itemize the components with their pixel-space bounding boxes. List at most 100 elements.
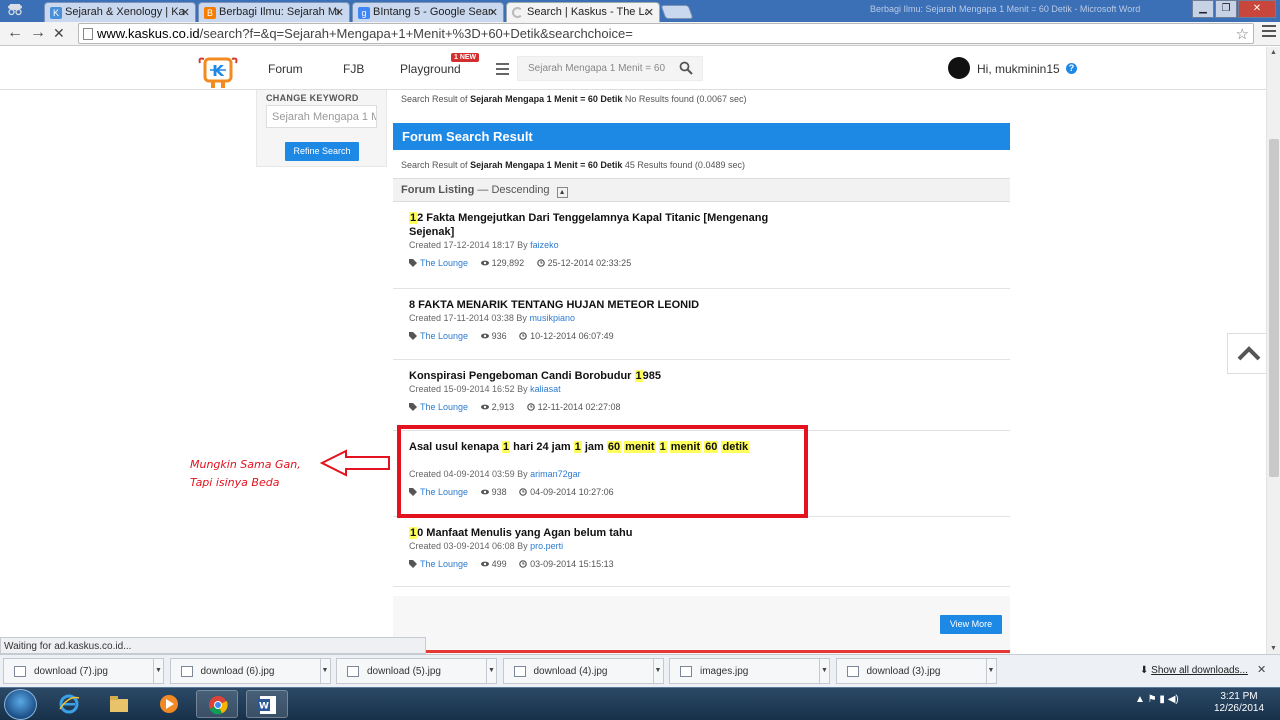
- chevron-down-icon[interactable]: ▼: [486, 659, 496, 683]
- show-all-downloads-link[interactable]: Show all downloads...: [1151, 665, 1248, 676]
- eye-icon: [480, 260, 489, 266]
- back-button[interactable]: ←: [7, 25, 23, 41]
- thread-stats: The Lounge 129,892 25-12-2014 02:33:25: [409, 258, 631, 268]
- url-path: /search?f=&q=Sejarah+Mengapa+1+Menit+%3D…: [199, 26, 633, 41]
- avatar[interactable]: [948, 57, 970, 79]
- created-text: Created 17-12-2014 18:17 By: [409, 240, 528, 250]
- thread-title[interactable]: Konspirasi Pengeboman Candi Borobudur 19…: [409, 369, 769, 383]
- tab-sejarah-xenology[interactable]: K Sejarah & Xenology | Kask ✕: [44, 2, 196, 22]
- tab-title: Berbagi Ilmu: Sejarah Men: [219, 6, 339, 18]
- summary-query: Sejarah Mengapa 1 Menit = 60 Detik: [470, 94, 623, 104]
- download-item[interactable]: download (7).jpg ▼: [3, 658, 164, 684]
- title-text: 2 Fakta Mengejutkan Dari Tenggelamnya Ka…: [409, 212, 769, 238]
- scroll-up-arrow-icon[interactable]: ▲: [1270, 49, 1277, 56]
- close-tab-icon[interactable]: ✕: [181, 6, 190, 19]
- title-text: 985: [642, 370, 662, 382]
- bookmark-star-icon[interactable]: ☆: [1236, 25, 1249, 43]
- minimize-button[interactable]: ▁: [1192, 0, 1214, 18]
- vertical-scrollbar[interactable]: ▲ ▼: [1266, 47, 1280, 654]
- tab-google-search[interactable]: g BIntang 5 - Google Search ✕: [352, 2, 504, 22]
- list-item[interactable]: Konspirasi Pengeboman Candi Borobudur 19…: [393, 360, 1010, 431]
- created-text: Created 17-11-2014 03:38 By: [409, 313, 527, 323]
- close-tab-icon[interactable]: ✕: [489, 6, 498, 19]
- refine-search-button[interactable]: Refine Search: [285, 142, 359, 161]
- clock-icon: [536, 259, 545, 267]
- author-link[interactable]: musikpiano: [529, 313, 575, 323]
- forward-button[interactable]: →: [30, 25, 46, 41]
- listing-label: Forum Listing: [401, 184, 475, 196]
- nav-fjb[interactable]: FJB: [343, 62, 364, 76]
- author-link[interactable]: kaliasat: [530, 384, 561, 394]
- author-link[interactable]: pro.perti: [530, 541, 563, 551]
- kaskus-search-input[interactable]: Sejarah Mengapa 1 Menit = 60: [517, 56, 703, 81]
- scrollbar-thumb[interactable]: [1269, 139, 1279, 477]
- search-icon[interactable]: [679, 61, 693, 75]
- help-icon[interactable]: ?: [1066, 63, 1077, 74]
- download-item[interactable]: download (4).jpg ▼: [502, 658, 664, 684]
- forum-link[interactable]: The Lounge: [420, 331, 468, 341]
- chevron-down-icon[interactable]: ▼: [153, 659, 163, 683]
- annotation-line-1: Mungkin Sama Gan,: [190, 458, 301, 471]
- chrome-icon[interactable]: [196, 690, 238, 718]
- word-icon[interactable]: W: [246, 690, 288, 718]
- download-filename: download (6).jpg: [200, 666, 275, 677]
- show-all-downloads[interactable]: ⬇ Show all downloads...: [1140, 665, 1248, 676]
- clock-icon: [519, 560, 527, 568]
- list-item[interactable]: 12 Fakta Mengejutkan Dari Tenggelamnya K…: [393, 202, 1010, 289]
- nav-playground[interactable]: Playground: [400, 62, 461, 76]
- view-more-button[interactable]: View More: [940, 615, 1002, 634]
- thread-stats: The Lounge 936 10-12-2014 06:07:49: [409, 331, 614, 341]
- nav-forum[interactable]: Forum: [268, 62, 303, 76]
- thread-stats: The Lounge 499 03-09-2014 15:15:13: [409, 559, 614, 569]
- system-tray[interactable]: ▲ ⚑ ▮ ◀): [1135, 694, 1179, 705]
- download-item[interactable]: download (3).jpg ▼: [835, 658, 997, 684]
- download-item[interactable]: download (5).jpg ▼: [336, 658, 497, 684]
- user-greeting[interactable]: Hi, mukminin15: [977, 62, 1060, 76]
- internet-explorer-icon[interactable]: [48, 690, 90, 718]
- forum-link[interactable]: The Lounge: [420, 402, 468, 412]
- back-to-top-button[interactable]: [1227, 333, 1269, 374]
- close-shelf-icon[interactable]: ✕: [1257, 663, 1266, 676]
- author-link[interactable]: faizeko: [530, 240, 559, 250]
- list-item[interactable]: 8 FAKTA MENARIK TENTANG HUJAN METEOR LEO…: [393, 289, 1010, 360]
- forum-link[interactable]: The Lounge: [420, 258, 468, 268]
- forum-listing-header: Forum Listing — Descending ▲: [393, 178, 1010, 202]
- chevron-down-icon[interactable]: ▼: [319, 659, 330, 683]
- chevron-down-icon[interactable]: ▼: [819, 659, 829, 683]
- sort-toggle-icon[interactable]: ▲: [556, 187, 568, 198]
- scroll-down-arrow-icon[interactable]: ▼: [1270, 645, 1277, 652]
- file-explorer-icon[interactable]: [98, 690, 140, 718]
- close-window-button[interactable]: ✕: [1238, 0, 1276, 18]
- maximize-button[interactable]: ❐: [1215, 0, 1237, 18]
- list-item[interactable]: 10 Manfaat Menulis yang Agan belum tahu …: [393, 517, 1010, 587]
- kaskus-favicon-icon: K: [50, 7, 62, 19]
- annotation-arrow-icon: [320, 449, 390, 477]
- chrome-menu-button[interactable]: [1262, 25, 1276, 39]
- download-item[interactable]: images.jpg ▼: [669, 658, 830, 684]
- start-button[interactable]: [4, 689, 37, 720]
- media-player-icon[interactable]: [148, 690, 190, 718]
- download-arrow-icon: ⬇: [1140, 665, 1152, 676]
- hamburger-menu-icon[interactable]: [496, 63, 509, 78]
- close-tab-icon[interactable]: ✕: [335, 6, 344, 19]
- clock[interactable]: 3:21 PM 12/26/2014: [1210, 691, 1268, 715]
- keyword-input[interactable]: Sejarah Mengapa 1 M: [266, 105, 377, 128]
- new-tab-button[interactable]: [660, 5, 694, 19]
- stop-loading-button[interactable]: ✕: [53, 25, 65, 41]
- new-badge: 1 NEW: [451, 53, 480, 62]
- forum-link[interactable]: The Lounge: [420, 559, 468, 569]
- thread-title[interactable]: 12 Fakta Mengejutkan Dari Tenggelamnya K…: [409, 211, 769, 239]
- tab-kaskus-search[interactable]: Search | Kaskus - The Larg ✕: [506, 2, 660, 22]
- created-text: Created 03-09-2014 06:08 By: [409, 541, 528, 551]
- address-bar[interactable]: www.kaskus.co.id/search?f=&q=Sejarah+Men…: [78, 23, 1254, 44]
- incognito-user-icon[interactable]: [2, 1, 28, 19]
- kaskus-logo-icon[interactable]: K: [196, 51, 240, 91]
- thread-title[interactable]: 10 Manfaat Menulis yang Agan belum tahu: [409, 526, 769, 540]
- chevron-down-icon[interactable]: ▼: [652, 659, 663, 683]
- chevron-down-icon[interactable]: ▼: [985, 659, 996, 683]
- summary-query: Sejarah Mengapa 1 Menit = 60 Detik: [470, 160, 623, 170]
- close-tab-icon[interactable]: ✕: [645, 6, 654, 19]
- thread-title[interactable]: 8 FAKTA MENARIK TENTANG HUJAN METEOR LEO…: [409, 298, 769, 312]
- download-item[interactable]: download (6).jpg ▼: [169, 658, 331, 684]
- tab-berbagi-ilmu[interactable]: B Berbagi Ilmu: Sejarah Men ✕: [198, 2, 350, 22]
